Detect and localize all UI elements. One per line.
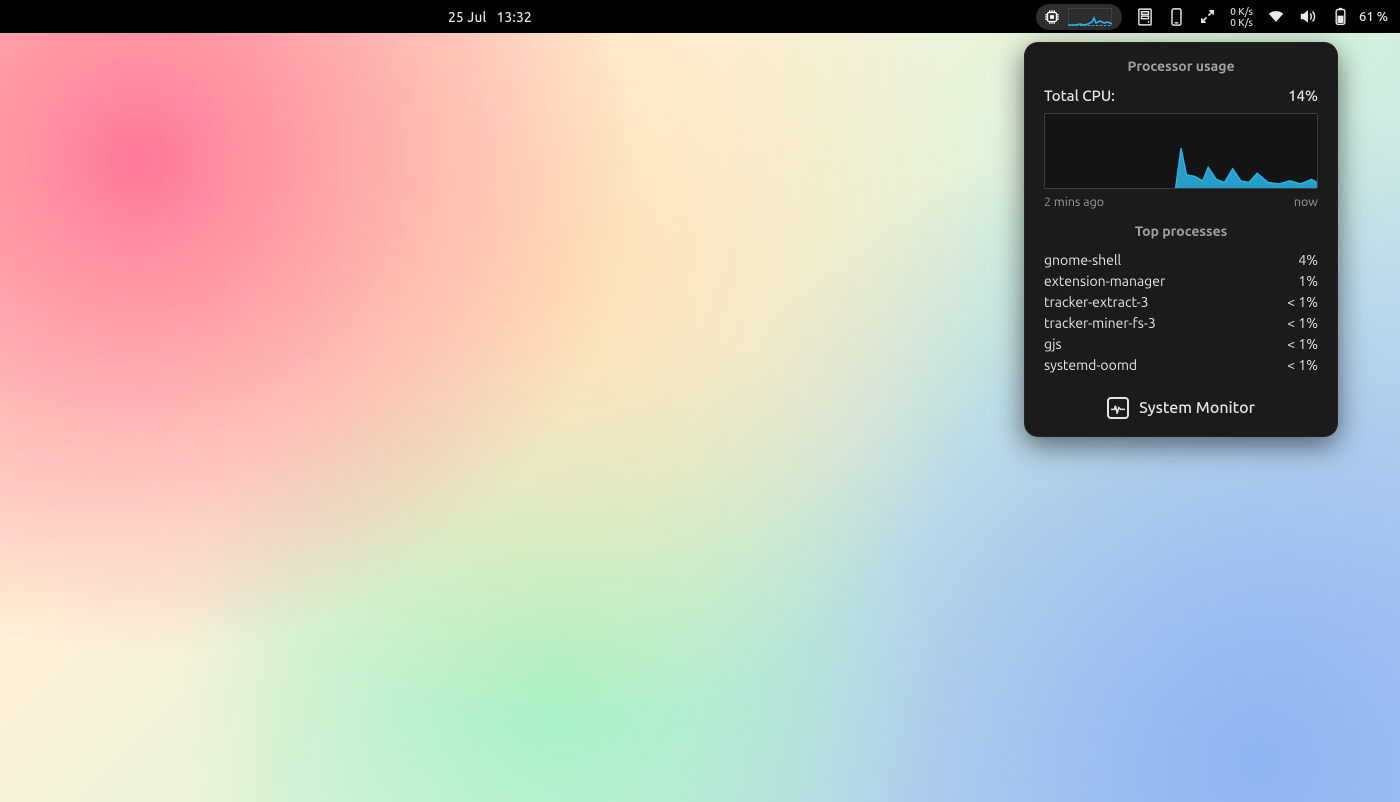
system-monitor-button[interactable]: System Monitor [1024, 385, 1338, 429]
net-down-label: 0 K/s [1230, 17, 1253, 28]
process-row: tracker-miner-fs-3 < 1% [1024, 312, 1338, 333]
process-row: gnome-shell 4% [1024, 249, 1338, 270]
process-pct: 1% [1298, 273, 1318, 289]
process-row: extension-manager 1% [1024, 270, 1338, 291]
cpu-chart-svg [1045, 114, 1317, 189]
expand-arrows-icon[interactable] [1198, 8, 1216, 26]
process-pct: 4% [1298, 252, 1318, 268]
process-name: extension-manager [1044, 273, 1165, 289]
system-monitor-icon [1107, 397, 1129, 419]
process-pct: < 1% [1287, 336, 1318, 352]
time-label: 13:32 [497, 9, 532, 25]
top-processes-title: Top processes [1024, 223, 1338, 239]
process-pct: < 1% [1287, 357, 1318, 373]
process-name: tracker-extract-3 [1044, 294, 1149, 310]
process-name: tracker-miner-fs-3 [1044, 315, 1156, 331]
process-row: systemd-oomd < 1% [1024, 354, 1338, 375]
process-row: tracker-extract-3 < 1% [1024, 291, 1338, 312]
phone-icon[interactable] [1168, 9, 1184, 25]
cpu-history-chart [1044, 113, 1318, 189]
process-name: systemd-oomd [1044, 357, 1137, 373]
cpu-indicator-pill[interactable] [1036, 4, 1122, 30]
volume-icon[interactable] [1299, 8, 1317, 26]
cpu-chip-icon [1042, 7, 1062, 27]
cpu-usage-popover: Processor usage Total CPU: 14% 2 mins ag… [1024, 42, 1338, 437]
process-list: gnome-shell 4% extension-manager 1% trac… [1024, 249, 1338, 375]
clock-area[interactable]: 25 Jul 13:32 [448, 0, 532, 33]
process-pct: < 1% [1287, 315, 1318, 331]
battery-percent-label: 61 % [1359, 10, 1388, 24]
date-label: 25 Jul [448, 9, 487, 25]
disk-activity-icon[interactable] [1136, 8, 1154, 26]
network-speed-indicator[interactable]: 0 K/s 0 K/s [1230, 6, 1253, 28]
wifi-icon[interactable] [1267, 8, 1285, 26]
process-name: gnome-shell [1044, 252, 1121, 268]
net-up-label: 0 K/s [1230, 6, 1253, 17]
process-pct: < 1% [1287, 294, 1318, 310]
axis-end-label: now [1294, 195, 1318, 209]
total-cpu-row: Total CPU: 14% [1024, 84, 1338, 107]
process-name: gjs [1044, 336, 1062, 352]
system-monitor-label: System Monitor [1139, 399, 1255, 417]
process-row: gjs < 1% [1024, 333, 1338, 354]
chart-time-axis: 2 mins ago now [1024, 193, 1338, 209]
total-cpu-label: Total CPU: [1044, 87, 1115, 104]
top-bar: 25 Jul 13:32 [0, 0, 1400, 33]
battery-icon[interactable] [1331, 8, 1349, 26]
cpu-mini-chart [1068, 8, 1112, 26]
total-cpu-value: 14% [1288, 87, 1318, 104]
processor-usage-title: Processor usage [1024, 58, 1338, 74]
system-tray: 0 K/s 0 K/s 61 % [1036, 0, 1388, 33]
axis-start-label: 2 mins ago [1044, 195, 1104, 209]
